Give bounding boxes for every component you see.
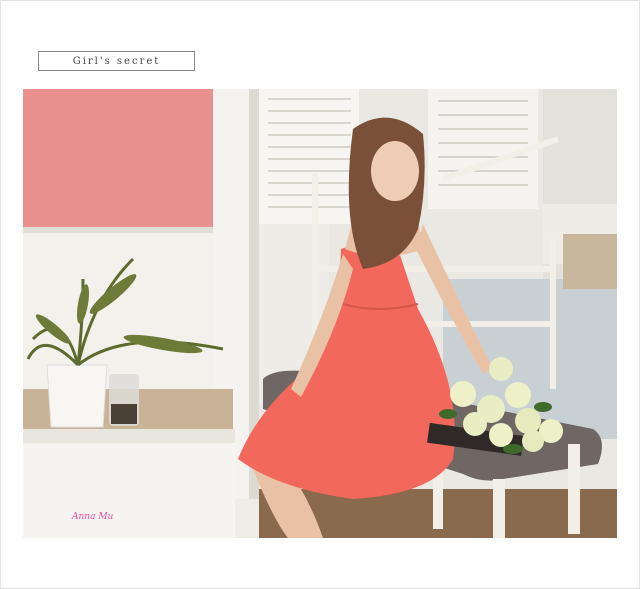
photo-scene-illustration: [23, 89, 617, 538]
brand-watermark: Anna Mu: [72, 512, 114, 522]
section-label: Girl's secret: [72, 55, 161, 67]
section-label-box: Girl's secret: [38, 51, 195, 71]
product-photo: [23, 89, 617, 538]
